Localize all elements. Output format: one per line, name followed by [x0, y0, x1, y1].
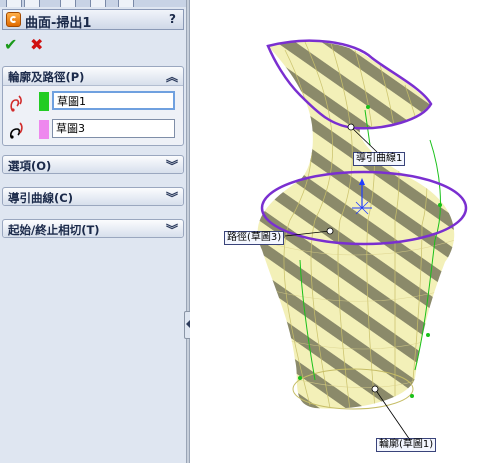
graphics-area[interactable]: 導引曲線1 路徑(草圖3) 輪廓(草圖1) — [190, 0, 493, 463]
property-manager: 曲面-掃出1 ? ✔ ✖ 輪廓及路徑(P) ︽ 草圖1 草圖3 選項(O) ︾ … — [0, 0, 186, 463]
chevron-down-icon[interactable]: ︾ — [166, 221, 178, 238]
path-callout[interactable]: 路徑(草圖3) — [224, 231, 285, 245]
help-icon[interactable]: ? — [165, 12, 180, 27]
chevron-up-icon[interactable]: ︽ — [166, 68, 178, 85]
options-header[interactable]: 選項(O) ︾ — [3, 156, 183, 173]
tangency-header[interactable]: 起始/終止相切(T) ︾ — [3, 220, 183, 237]
profile-path-label: 輪廓及路徑(P) — [8, 70, 85, 84]
sweep-surface-icon — [6, 12, 21, 27]
path-color-swatch — [39, 120, 49, 139]
cancel-x-icon[interactable]: ✖ — [30, 37, 46, 53]
profile-path-group: 輪廓及路徑(P) ︽ 草圖1 草圖3 — [2, 66, 184, 146]
options-group: 選項(O) ︾ — [2, 155, 184, 174]
guide-curves-header[interactable]: 導引曲線(C) ︾ — [3, 188, 183, 205]
tangency-group: 起始/終止相切(T) ︾ — [2, 219, 184, 238]
tab-feature-tree[interactable] — [6, 0, 22, 7]
options-label: 選項(O) — [8, 159, 52, 173]
path-row: 草圖3 — [3, 118, 183, 142]
profile-color-swatch — [39, 92, 49, 111]
profile-callout[interactable]: 輪廓(草圖1) — [376, 438, 437, 452]
tangency-label: 起始/終止相切(T) — [8, 223, 100, 237]
tab-property-manager[interactable] — [24, 0, 40, 7]
profile-row: 草圖1 — [3, 90, 183, 114]
chevron-down-icon[interactable]: ︾ — [166, 157, 178, 174]
guide-curve-callout[interactable]: 導引曲線1 — [353, 152, 406, 166]
feature-title: 曲面-掃出1 — [25, 16, 92, 31]
guide-curves-label: 導引曲線(C) — [8, 191, 73, 205]
tab-dimxpert[interactable] — [90, 0, 106, 7]
feature-title-bar: 曲面-掃出1 ? — [2, 9, 184, 31]
tab-configuration-manager[interactable] — [60, 0, 76, 7]
guide-curves-group: 導引曲線(C) ︾ — [2, 187, 184, 206]
path-selection-box[interactable]: 草圖3 — [52, 119, 175, 138]
path-selection-icon — [10, 122, 23, 139]
profile-selection-icon — [10, 95, 22, 112]
tab-display-manager[interactable] — [118, 0, 134, 7]
profile-selection-box[interactable]: 草圖1 — [52, 91, 175, 110]
manager-tabs — [0, 0, 186, 7]
chevron-down-icon[interactable]: ︾ — [166, 189, 178, 206]
profile-path-header[interactable]: 輪廓及路徑(P) ︽ — [3, 67, 183, 86]
profile-selection-value: 草圖1 — [57, 95, 86, 108]
path-selection-value: 草圖3 — [56, 122, 85, 135]
ok-check-icon[interactable]: ✔ — [4, 37, 20, 53]
